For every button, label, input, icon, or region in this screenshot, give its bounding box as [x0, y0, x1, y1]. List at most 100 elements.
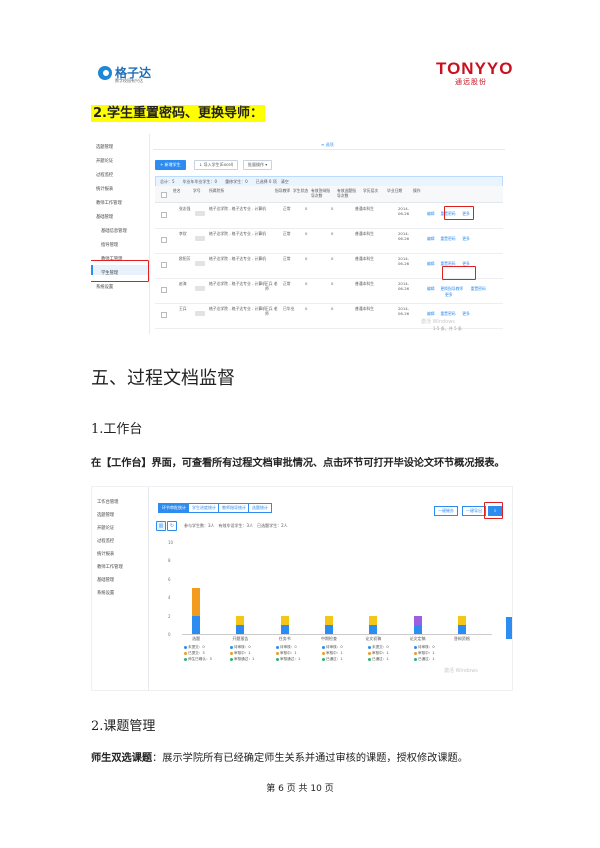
legend-dot [322, 651, 325, 655]
sidebar-item[interactable]: 选题管理 [97, 512, 114, 518]
row-n2: 0 [331, 281, 334, 286]
row-action-link[interactable]: 编辑 [427, 286, 435, 292]
sidebar-item[interactable]: 系统设置 [97, 590, 114, 596]
top-options-tab[interactable]: ≡ 选项 [321, 142, 334, 148]
sidebar-item[interactable]: 基础管理 [96, 214, 113, 220]
select-all-checkbox[interactable] [161, 192, 167, 198]
y-tick-label: 8 [168, 558, 171, 564]
sidebar-item[interactable]: 教师工作管理 [97, 564, 123, 570]
row-checkbox[interactable] [161, 287, 167, 293]
student-table-header: 姓名 学号 所属院系 指导教师 学生状态 有效答辩指导次数 有效选题指导次数 学历层次 毕业日期… [155, 186, 503, 203]
row-checkbox[interactable] [161, 262, 167, 268]
row-n2: 0 [331, 256, 334, 261]
row-divider [155, 228, 503, 229]
activate-windows-watermark: 激活 Windows [421, 319, 455, 325]
row-action-link[interactable]: 编辑 [427, 211, 435, 217]
row-date: 2014-06-26 [398, 231, 410, 241]
row-date: 2014-06-26 [398, 256, 410, 266]
sidebar-item[interactable]: 工作台管理 [97, 499, 118, 505]
legend-dot [414, 657, 417, 661]
sidebar-item[interactable]: 基础管理 [97, 577, 114, 583]
sidebar-item[interactable]: 指导管理 [101, 242, 118, 248]
sidebar-item[interactable]: 统计报表 [96, 186, 113, 192]
row-action-link[interactable]: 更换指导教师 [440, 286, 463, 292]
stats-tab[interactable]: 教师指导统计 [218, 503, 250, 513]
y-tick-label: 2 [168, 613, 171, 619]
row-action-link[interactable]: 编辑 [427, 261, 435, 267]
sidebar-item[interactable]: 过程监控 [97, 538, 114, 544]
legend-text: 已通过：1 [418, 657, 435, 661]
row-dept: 格子达学院 - 格子达专业 - 计算机 [209, 281, 266, 286]
row-date: 2014-06-26 [398, 206, 410, 216]
mutual-selection-label: 师生双选课题 [91, 753, 153, 764]
sidebar-item[interactable]: 基础信息管理 [101, 228, 127, 234]
x-axis-line [182, 634, 492, 635]
participation-summary: 参与学生数：3人 有效毕设学生：3人 已选题学生：2人 [184, 523, 288, 528]
row-action-link[interactable]: 重置密码 [440, 311, 455, 317]
chart-bar [280, 624, 289, 634]
urge-all-button[interactable]: 一键催办 [434, 506, 458, 516]
row-action-link[interactable]: 编辑 [427, 311, 435, 317]
stats-tab[interactable]: 选题统计 [248, 503, 272, 513]
legend-entry: 已提交：3 [184, 651, 205, 656]
export-all-button[interactable]: 一键导出 [462, 506, 486, 516]
workbench-screenshot: 工作台管理选题管理开题论证过程监控统计报表教师工作管理 基础管理系统设置 环节审批… [91, 486, 513, 691]
sidebar-item[interactable]: 过程监控 [96, 172, 113, 178]
sidebar-item[interactable]: 统计报表 [97, 551, 114, 557]
sidebar-item[interactable]: 教师工作管理 [96, 200, 122, 206]
legend-entry: 已通过：1 [322, 657, 343, 662]
row-n1: 0 [305, 256, 308, 261]
row-action-link[interactable]: 更多 [462, 311, 470, 317]
tonyyo-logo-sub: 通远股份 [455, 78, 487, 86]
column-header: 操作 [413, 188, 421, 193]
column-header: 所属院系 [209, 188, 225, 193]
row-checkbox[interactable] [161, 312, 167, 318]
sidebar-item[interactable]: 开题论证 [97, 525, 114, 531]
chart-bar [325, 624, 333, 634]
legend-text: 审核中：1 [234, 651, 251, 655]
add-student-button[interactable]: + 新增学生 [155, 160, 186, 170]
legend-dot [414, 645, 417, 649]
row-checkbox[interactable] [161, 212, 167, 218]
legend-text: 待审核：0 [418, 645, 435, 649]
row-status: 正常 [283, 231, 291, 236]
row-action-link[interactable]: 更多 [462, 236, 470, 242]
legend-text: 审核通过：1 [234, 657, 255, 661]
gezida-logo-slogan: 数字校园有兴达 [115, 78, 143, 83]
y-tick-label: 10 [168, 540, 174, 545]
x-category-label: 中期检查 [321, 636, 337, 641]
row-n1: 0 [305, 206, 308, 211]
legend-dot [368, 645, 371, 649]
row-checkbox[interactable] [161, 237, 167, 243]
chart-bar [369, 615, 378, 625]
stats-tab[interactable]: 环节审批统计 [158, 503, 190, 513]
sidebar-item[interactable]: 系统设置 [96, 284, 113, 290]
legend-dot [184, 645, 187, 649]
row-date: 2014-06-26 [398, 306, 410, 316]
row-action-link[interactable]: 编辑 [427, 236, 435, 242]
row-action-link[interactable]: 重置密码 [440, 236, 455, 242]
refresh-icon[interactable]: ↻ [167, 521, 177, 531]
row-dept: 格子达学院 - 格子达专业 - 计算机 [209, 256, 266, 261]
sidebar-item[interactable]: 选题管理 [96, 144, 113, 150]
row-n1: 0 [305, 306, 308, 311]
legend-dot [230, 657, 233, 661]
row-level: 普通本科生 [355, 256, 374, 261]
stats-tab[interactable]: 学生进度统计 [188, 503, 220, 513]
row-action-link[interactable]: 更多 [445, 292, 453, 298]
sidebar-item[interactable]: 开题论证 [96, 158, 113, 164]
chart-view-icon[interactable]: ▥ [156, 521, 166, 531]
column-header: 有效选题指导次数 [337, 188, 356, 198]
batch-operation-button[interactable]: 批量操作 ▾ [243, 160, 273, 170]
legend-dot [414, 651, 417, 655]
row-status: 已毕业 [283, 306, 295, 311]
student-id-masked [195, 261, 205, 266]
chart-bar [192, 615, 201, 634]
row-date: 2014-06-26 [398, 281, 410, 291]
side-float-button[interactable] [506, 617, 512, 639]
row-action-link[interactable]: 重置密码 [471, 286, 486, 292]
student-id-masked [195, 286, 205, 291]
chart-bar [192, 588, 201, 616]
import-students-button[interactable]: ↓ 导入学生(Excel) [194, 160, 239, 170]
legend-entry: 未提交：0 [368, 645, 389, 650]
